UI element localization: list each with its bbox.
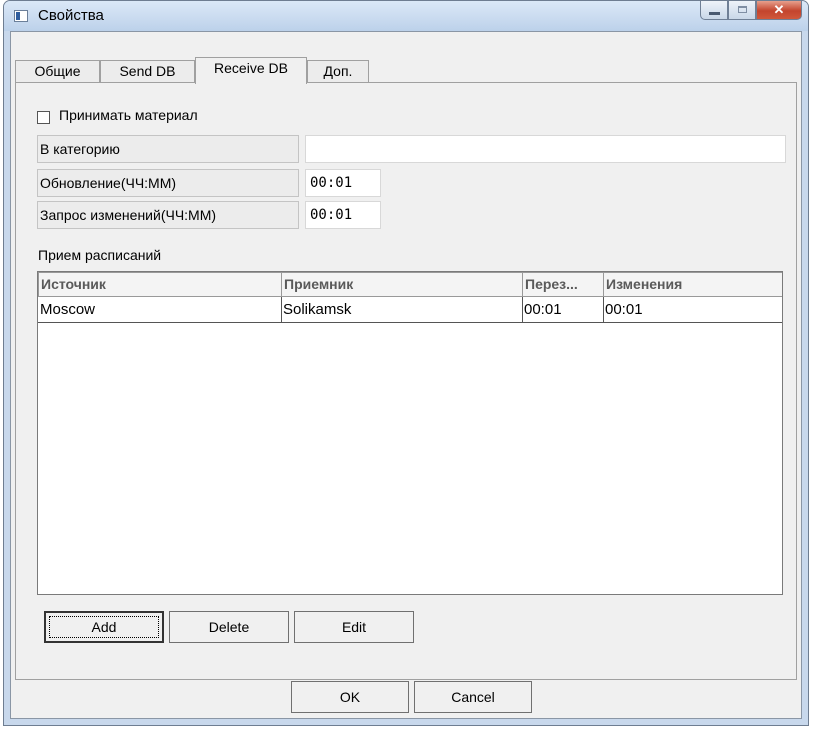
properties-window: Свойства ✕ Общие Send DB Receive DB Доп.… <box>3 0 809 726</box>
category-input[interactable] <box>305 135 786 163</box>
update-interval-label: Обновление(ЧЧ:ММ) <box>37 169 299 197</box>
add-button[interactable]: Add <box>44 611 164 643</box>
cell-changes: 00:01 <box>603 297 782 323</box>
ok-button[interactable]: OK <box>291 681 409 713</box>
update-interval-input[interactable]: 00:01 <box>305 169 381 197</box>
maximize-icon <box>738 6 747 13</box>
maximize-button[interactable] <box>728 1 756 20</box>
tab-general[interactable]: Общие <box>15 60 100 82</box>
window-controls: ✕ <box>700 1 802 21</box>
cell-overwrite: 00:01 <box>522 297 604 323</box>
window-title: Свойства <box>38 7 104 24</box>
cancel-button[interactable]: Cancel <box>414 681 532 713</box>
column-header-source[interactable]: Источник <box>38 272 282 297</box>
delete-button[interactable]: Delete <box>169 611 289 643</box>
receive-material-label[interactable]: Принимать материал <box>59 107 198 123</box>
close-button[interactable]: ✕ <box>756 1 802 20</box>
category-label: В категорию <box>37 135 299 163</box>
changes-interval-label: Запрос изменений(ЧЧ:ММ) <box>37 201 299 229</box>
cell-target: Solikamsk <box>281 297 523 323</box>
title-bar[interactable]: Свойства ✕ <box>4 1 808 31</box>
tab-extra[interactable]: Доп. <box>307 60 369 82</box>
cell-source: Moscow <box>38 297 282 323</box>
minimize-button[interactable] <box>700 1 728 20</box>
minimize-icon <box>709 12 720 15</box>
close-icon: ✕ <box>773 2 785 17</box>
tab-receive-db[interactable]: Receive DB <box>195 57 307 84</box>
edit-button[interactable]: Edit <box>294 611 414 643</box>
column-header-overwrite[interactable]: Перез... <box>522 272 604 297</box>
column-header-target[interactable]: Приемник <box>281 272 523 297</box>
column-header-changes[interactable]: Изменения <box>603 272 782 297</box>
properties-window-icon <box>14 10 28 22</box>
changes-interval-input[interactable]: 00:01 <box>305 201 381 229</box>
focus-rect <box>49 616 159 638</box>
receive-material-checkbox[interactable] <box>37 111 50 124</box>
schedules-grid[interactable]: Источник Приемник Перез... Изменения Mos… <box>37 271 783 595</box>
schedules-section-label: Прием расписаний <box>38 247 162 263</box>
tab-send-db[interactable]: Send DB <box>100 60 195 82</box>
